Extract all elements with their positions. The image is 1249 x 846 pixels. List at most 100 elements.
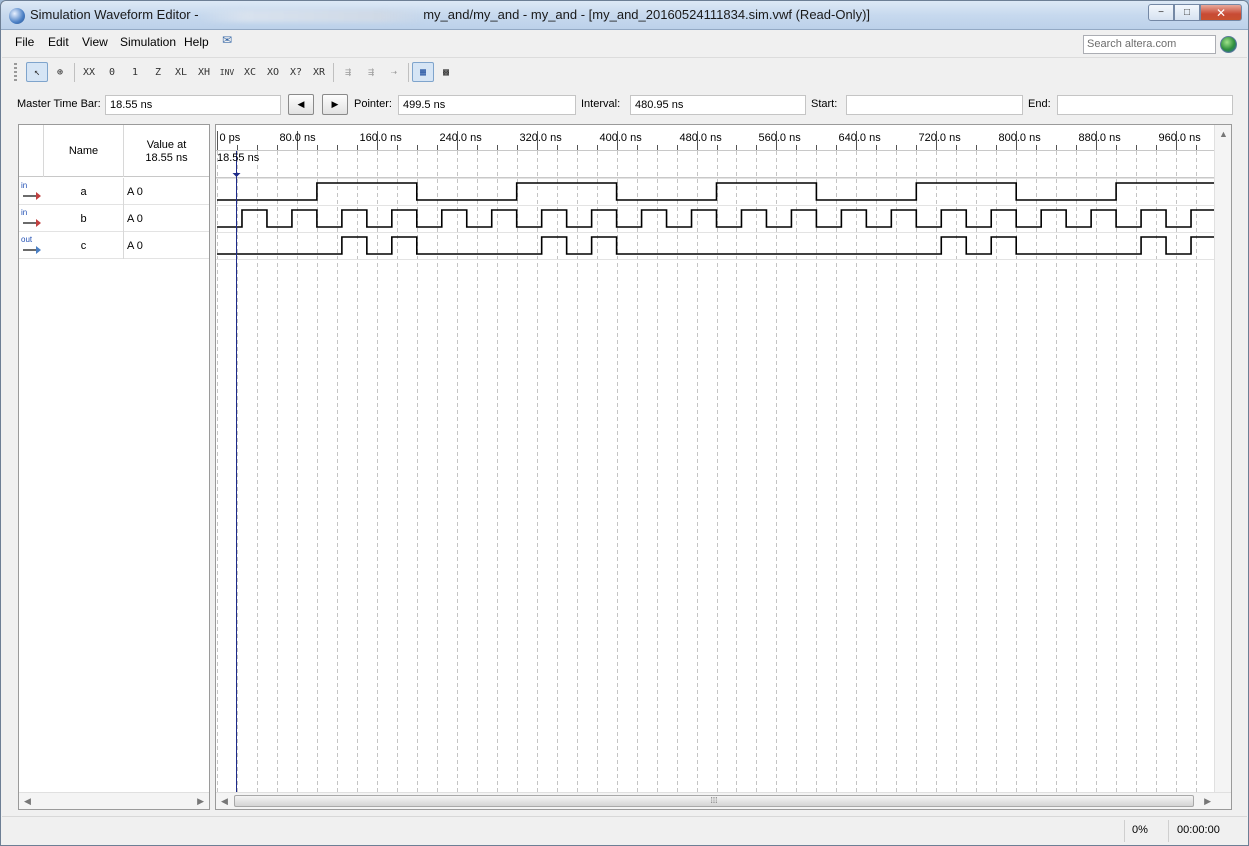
- force-low-icon[interactable]: 0: [101, 62, 123, 82]
- end-field[interactable]: [1057, 95, 1233, 115]
- output-pin-icon: out: [21, 236, 41, 254]
- signal-list-panel: Name Value at 18.55 ns in a A 0 in b A 0…: [18, 124, 210, 810]
- value-header-line2: 18.55 ns: [145, 152, 188, 164]
- input-pin-icon: in: [21, 182, 41, 200]
- menu-file[interactable]: File: [15, 35, 34, 49]
- window-title-suffix: my_and/my_and - my_and - [my_and_2016052…: [423, 7, 871, 22]
- title-redaction: [201, 10, 426, 22]
- value-column-header[interactable]: Value at 18.55 ns: [124, 125, 209, 177]
- next-transition-button[interactable]: ▶: [322, 94, 348, 115]
- search-input[interactable]: Search altera.com: [1083, 35, 1216, 54]
- scroll-left-icon[interactable]: ◀: [221, 796, 228, 807]
- tick-label: 720.0 ns: [919, 132, 962, 144]
- count-value-icon[interactable]: XC: [239, 62, 261, 82]
- scroll-right-icon[interactable]: ▶: [197, 796, 204, 807]
- force-hiz-icon[interactable]: Z: [147, 62, 169, 82]
- name-column-header[interactable]: Name: [44, 125, 124, 177]
- globe-icon[interactable]: [1220, 36, 1237, 53]
- waveform-c: [217, 236, 1216, 255]
- snap-to-grid-icon[interactable]: ▦: [412, 62, 434, 82]
- master-time-bar-field[interactable]: 18.55 ns: [105, 95, 281, 115]
- functional-sim-icon[interactable]: ⇶: [337, 62, 359, 82]
- pin-dir-label: in: [21, 208, 28, 217]
- netlist-viewer-icon[interactable]: ⇢: [383, 62, 405, 82]
- scroll-left-icon[interactable]: ◀: [24, 796, 31, 807]
- toolbar: ↖ ⊕ XX 0 1 Z XL XH INV XC XO X? XR ⇶ ⇶ ⇢…: [2, 57, 1247, 85]
- pin-dir-label: in: [21, 181, 28, 190]
- invert-icon[interactable]: INV: [216, 62, 238, 82]
- menu-help[interactable]: Help: [184, 35, 209, 49]
- force-weak-high-icon[interactable]: XH: [193, 62, 215, 82]
- tick-label: 400.0 ns: [600, 132, 643, 144]
- scroll-right-icon[interactable]: ▶: [1204, 796, 1211, 807]
- window-title-prefix: Simulation Waveform Editor -: [30, 7, 199, 22]
- signal-value: A 0: [127, 240, 143, 252]
- status-bar: 0% 00:00:00: [2, 816, 1247, 844]
- signal-list-scrollbar[interactable]: ◀ ▶: [19, 792, 209, 809]
- menu-view[interactable]: View: [82, 35, 108, 49]
- signal-name: b: [44, 205, 124, 232]
- window-title: Simulation Waveform Editor - my_and/my_a…: [30, 7, 870, 22]
- tick-label: 960.0 ns: [1159, 132, 1202, 144]
- value-header-line1: Value at: [146, 139, 187, 151]
- clock-icon[interactable]: XO: [262, 62, 284, 82]
- input-pin-icon: in: [21, 209, 41, 227]
- tick-label: 800.0 ns: [999, 132, 1042, 144]
- tick-label: 240.0 ns: [440, 132, 483, 144]
- minimize-button[interactable]: −: [1148, 4, 1174, 21]
- signal-row-a[interactable]: in a A 0: [19, 178, 209, 205]
- waveform-a: [217, 182, 1216, 201]
- tick-label: 160.0 ns: [360, 132, 403, 144]
- start-field[interactable]: [846, 95, 1023, 115]
- signal-value: A 0: [127, 213, 143, 225]
- waveform-panel[interactable]: 0 ps 80.0 ns 160.0 ns 240.0 ns 320.0 ns 400.0…: [215, 124, 1232, 810]
- signal-name: a: [44, 178, 124, 205]
- pointer-label: Pointer:: [354, 98, 392, 110]
- signal-list-header: Name Value at 18.55 ns: [19, 125, 209, 177]
- waveform-b: [217, 209, 1216, 228]
- signal-row-b[interactable]: in b A 0: [19, 205, 209, 232]
- maximize-button[interactable]: □: [1174, 4, 1200, 21]
- tick-label: 640.0 ns: [839, 132, 882, 144]
- tick-label: 0 ps: [220, 132, 241, 144]
- force-high-icon[interactable]: 1: [124, 62, 146, 82]
- timing-sim-icon[interactable]: ⇶: [360, 62, 382, 82]
- waveform-horizontal-scrollbar[interactable]: ◀ ⁞⁞⁞ ▶: [216, 792, 1231, 809]
- interval-field: 480.95 ns: [630, 95, 806, 115]
- signal-row-c[interactable]: out c A 0: [19, 232, 209, 259]
- random-value-icon[interactable]: X?: [285, 62, 307, 82]
- title-bar[interactable]: Simulation Waveform Editor - my_and/my_a…: [1, 1, 1248, 30]
- waveform-vertical-scrollbar[interactable]: ▲: [1214, 125, 1231, 793]
- signal-value: A 0: [127, 186, 143, 198]
- force-weak-low-icon[interactable]: XL: [170, 62, 192, 82]
- app-icon: [9, 8, 25, 24]
- close-button[interactable]: ✕: [1200, 4, 1242, 21]
- master-time-bar-label: Master Time Bar:: [17, 98, 101, 110]
- menu-bar: File Edit View Simulation Help ✉: [2, 31, 1247, 53]
- toolbar-grip[interactable]: [14, 63, 17, 83]
- menu-edit[interactable]: Edit: [48, 35, 69, 49]
- waveform-canvas[interactable]: 0 ps 80.0 ns 160.0 ns 240.0 ns 320.0 ns 400.0…: [216, 125, 1231, 809]
- force-unknown-icon[interactable]: XX: [78, 62, 100, 82]
- pointer-tool-icon[interactable]: ↖: [26, 62, 48, 82]
- feedback-icon[interactable]: ✉: [222, 33, 232, 47]
- overwrite-value-icon[interactable]: XR: [308, 62, 330, 82]
- menu-simulation[interactable]: Simulation: [120, 35, 176, 49]
- pin-dir-label: out: [21, 235, 33, 244]
- end-label: End:: [1028, 98, 1051, 110]
- interval-label: Interval:: [581, 98, 621, 110]
- tick-label: 560.0 ns: [759, 132, 802, 144]
- elapsed-time: 00:00:00: [1177, 824, 1220, 836]
- tick-label: 320.0 ns: [520, 132, 563, 144]
- progress-percent: 0%: [1132, 824, 1148, 836]
- scroll-thumb[interactable]: ⁞⁞⁞: [234, 795, 1194, 807]
- master-time-label: 18.55 ns: [217, 152, 260, 164]
- master-time-marker: [232, 173, 241, 177]
- tick-label: 480.0 ns: [680, 132, 723, 144]
- zoom-tool-icon[interactable]: ⊕: [49, 62, 71, 82]
- signal-name: c: [44, 232, 124, 259]
- scroll-up-icon[interactable]: ▲: [1219, 129, 1228, 139]
- tick-label: 880.0 ns: [1079, 132, 1122, 144]
- grid-icon[interactable]: ▩: [435, 62, 457, 82]
- previous-transition-button[interactable]: ◀: [288, 94, 314, 115]
